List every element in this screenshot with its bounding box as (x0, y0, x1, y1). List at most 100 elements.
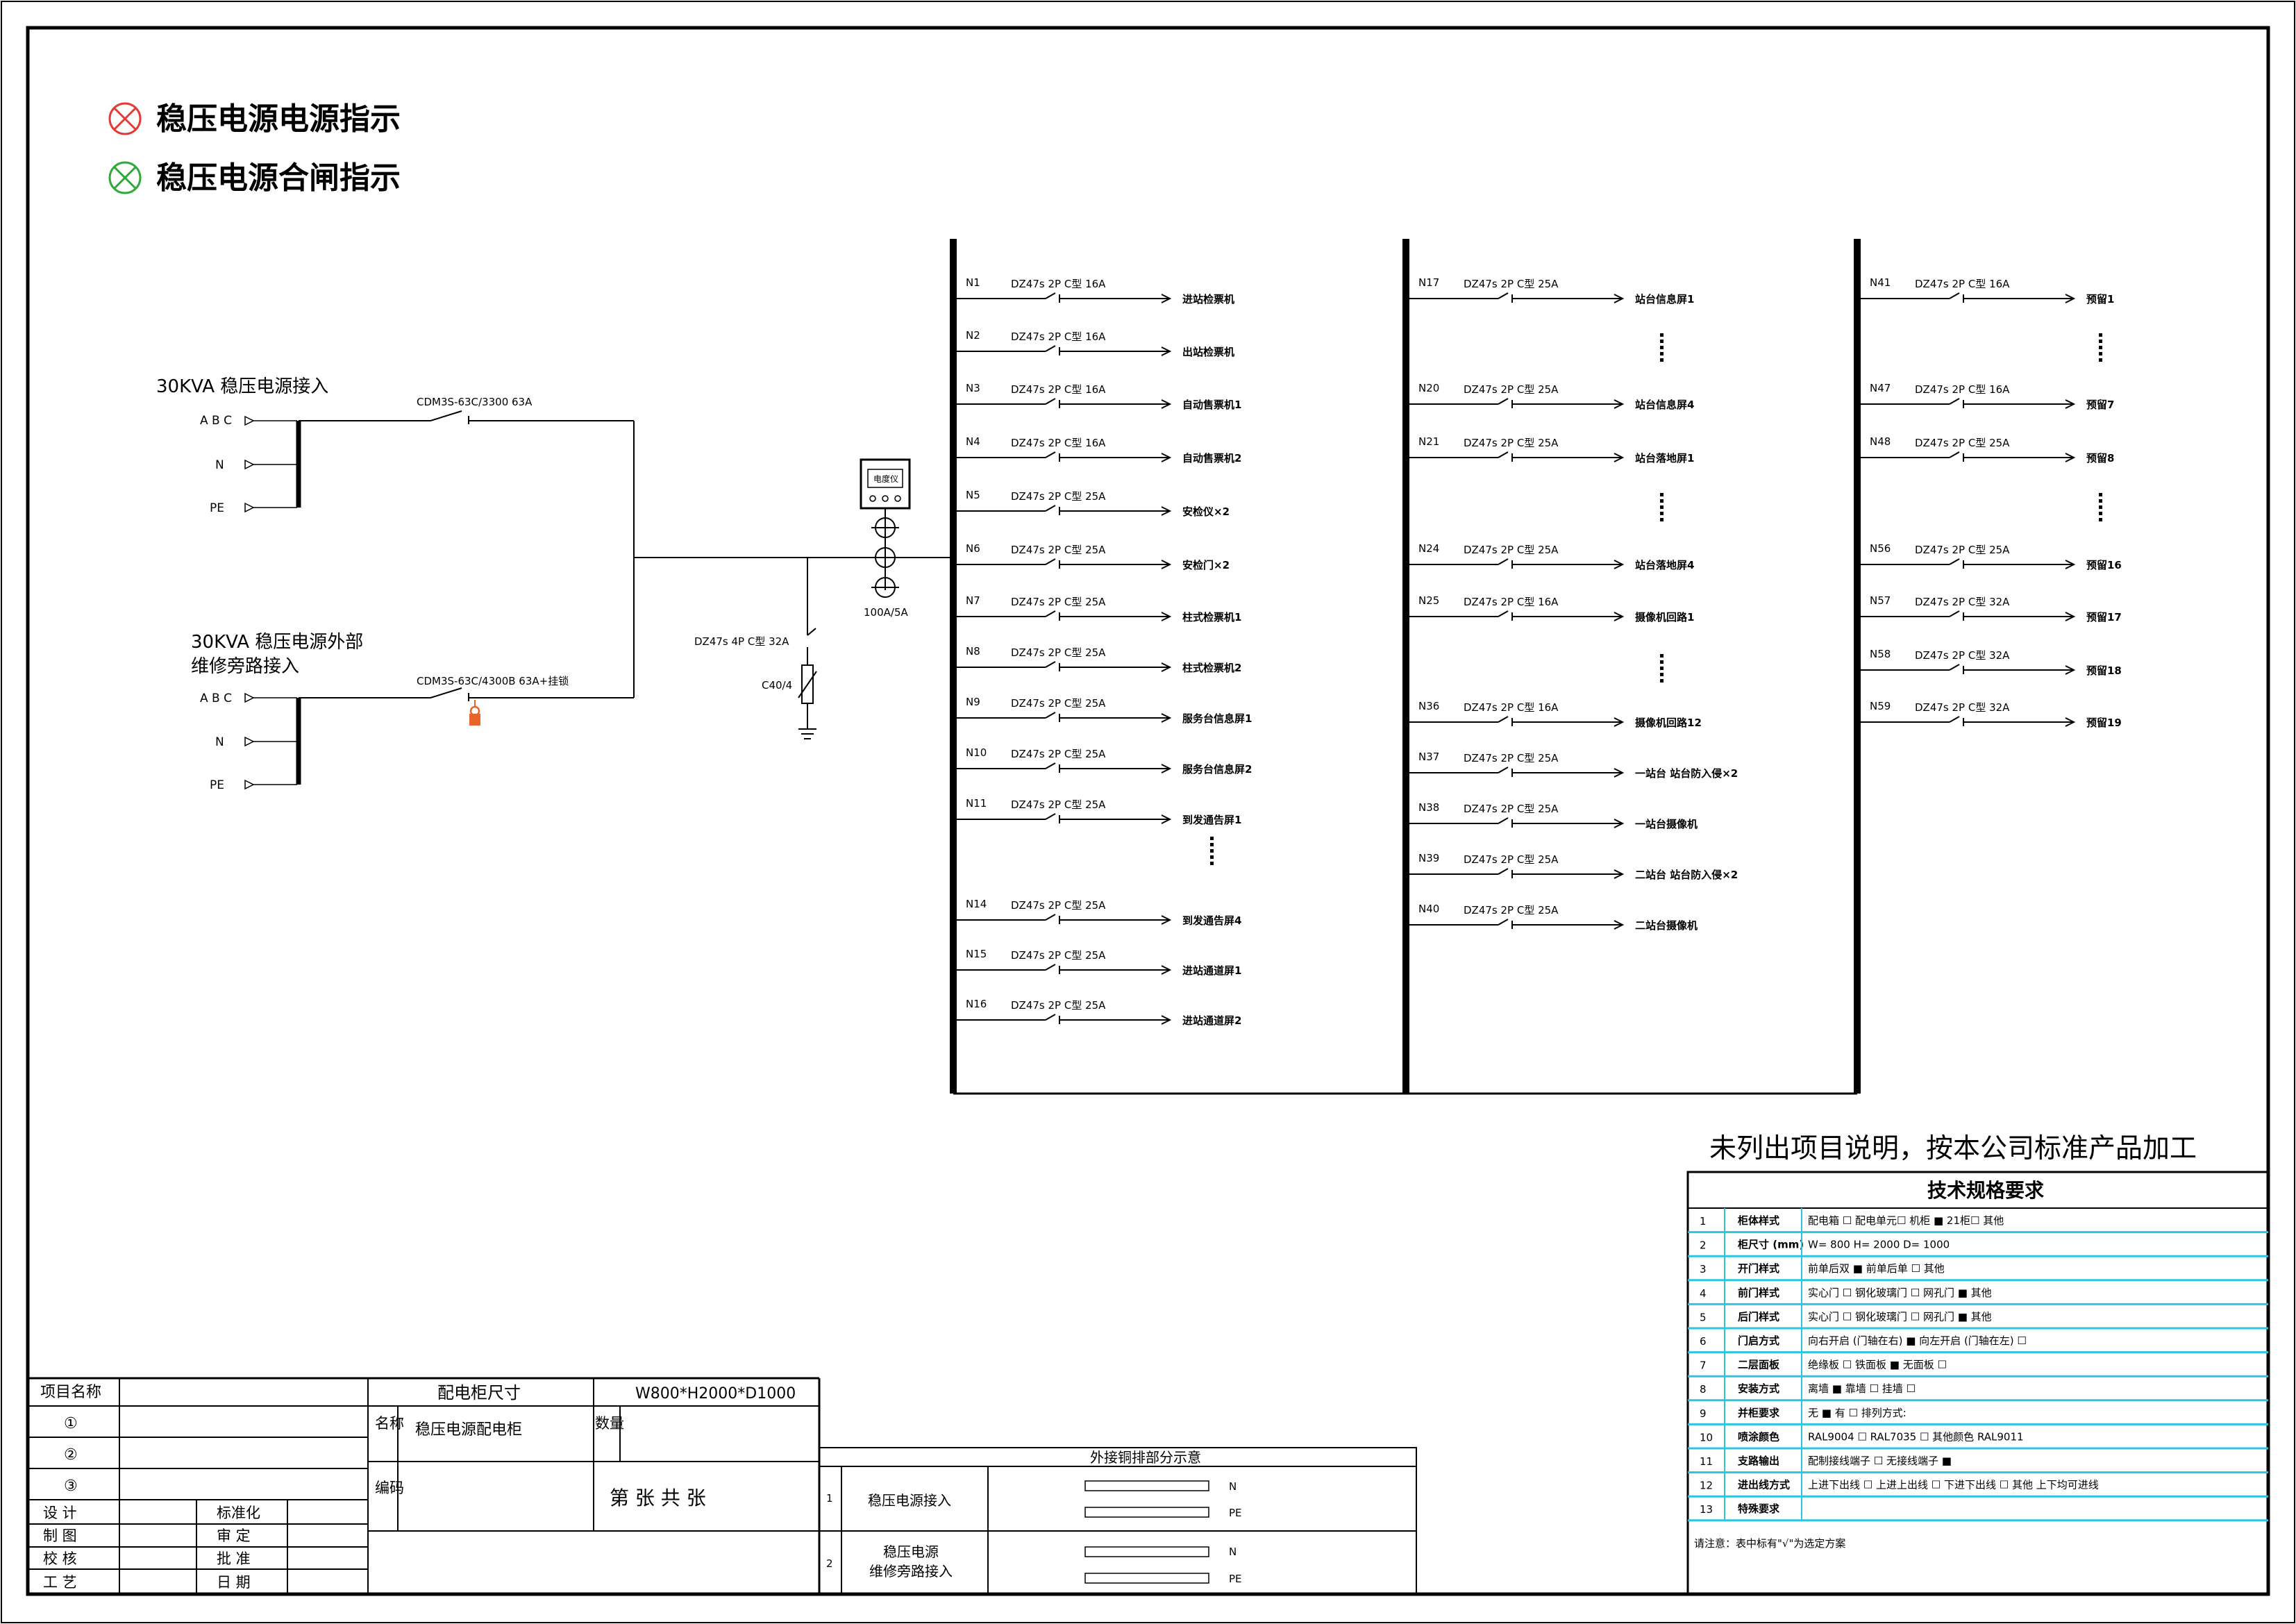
feeder-label: 预留17 (2086, 611, 2122, 623)
spec-row-name: 柜尺寸 (mm) (1737, 1239, 1804, 1251)
feeder-id: N21 (1418, 435, 1439, 448)
breaker-icon (1045, 914, 1056, 921)
main-source: 30KVA 稳压电源接入 A B C N PE CDM3S-63C/3300 6… (156, 376, 634, 515)
spec-row-no: 9 (1700, 1407, 1707, 1420)
spec-table-title: 技术规格要求 (1927, 1179, 2044, 1202)
bypass-source: 30KVA 稳压电源外部 维修旁路接入 A B C N PE CDM3S-63C… (191, 421, 953, 792)
feeder-id: N7 (966, 594, 980, 607)
breaker-icon (1045, 505, 1056, 512)
feeder-id: N9 (966, 696, 980, 708)
outer-border (1, 1, 2295, 1623)
breaker-icon (1498, 716, 1509, 723)
feeder-label: 二站台摄像机 (1635, 919, 1698, 932)
copper-row-2-name2: 维修旁路接入 (869, 1563, 953, 1580)
spec-row: 5 后门样式 实心门 ☐ 钢化玻璃门 ☐ 网孔门 ■ 其他 (1688, 1310, 2268, 1330)
padlock-icon (469, 700, 480, 726)
spec-row-content: 向右开启 (门轴在右) ■ 向左开启 (门轴在左) ☐ (1808, 1334, 2027, 1347)
design-label: 设 计 (43, 1505, 77, 1521)
feeder-id: N15 (966, 948, 987, 960)
spec-row: 6 门启方式 向右开启 (门轴在右) ■ 向左开启 (门轴在左) ☐ (1688, 1334, 2268, 1354)
spec-row: 13 特殊要求 (1688, 1502, 2268, 1522)
feeder-n38: N38 DZ47s 2P C型 25A 一站台摄像机 (1409, 801, 1698, 830)
feeder-id: N2 (966, 329, 980, 342)
feeder-id: N16 (966, 998, 987, 1010)
feeder-n39: N39 DZ47s 2P C型 25A 二站台 站台防入侵×2 (1409, 852, 1738, 881)
spec-row-content: W= 800 H= 2000 D= 1000 (1808, 1239, 1950, 1251)
feeder-spec: DZ47s 2P C型 25A (1464, 803, 1559, 815)
breaker-icon (1045, 451, 1056, 458)
feeder-n20: N20 DZ47s 2P C型 25A 站台信息屏4 (1409, 382, 1694, 411)
feeder-label: 摄像机回路1 (1635, 611, 1694, 623)
feeder-spec: DZ47s 2P C型 25A (1915, 544, 2010, 556)
feeder-spec: DZ47s 2P C型 32A (1915, 649, 2010, 662)
spec-row: 1 柜体样式 配电箱 ☐ 配电单元☐ 机柜 ■ 21柜☐ 其他 (1688, 1214, 2268, 1234)
feeder-label: 一站台摄像机 (1635, 818, 1698, 830)
breaker-icon (1498, 558, 1509, 565)
check-label: 校 核 (43, 1550, 77, 1567)
feeder-id: N3 (966, 382, 980, 394)
feeder-id: N56 (1870, 542, 1891, 555)
spec-row-name: 开门样式 (1738, 1262, 1779, 1275)
breaker-icon (1498, 767, 1509, 773)
ct-label: 100A/5A (864, 606, 908, 619)
spec-row-name: 柜体样式 (1737, 1214, 1779, 1227)
spec-row-no: 5 (1700, 1311, 1707, 1323)
feeder-id: N37 (1418, 751, 1439, 763)
spec-row-no: 3 (1700, 1263, 1707, 1275)
spec-row: 10 喷涂颜色 RAL9004 ☐ RAL7035 ☐ 其他颜色 RAL9011 (1688, 1430, 2268, 1450)
spec-row: 11 支路输出 配制接线端子 ☐ 无接线端子 ■ (1688, 1455, 2268, 1474)
feeder-id: N57 (1870, 594, 1891, 607)
feeder-n17: N17 DZ47s 2P C型 25A 站台信息屏1 (1409, 276, 1694, 305)
feeder-n16: N16 DZ47s 2P C型 25A 进站通道屏2 (957, 998, 1241, 1027)
feeder-id: N41 (1870, 276, 1891, 289)
breaker-icon (1045, 964, 1056, 971)
circle-2: ② (64, 1446, 78, 1464)
cabinet-size-label: 配电柜尺寸 (437, 1383, 521, 1403)
feeder-spec: DZ47s 2P C型 25A (1464, 752, 1559, 764)
spec-row-name: 支路输出 (1737, 1455, 1779, 1467)
feeder-n15: N15 DZ47s 2P C型 25A 进站通道屏1 (957, 948, 1241, 977)
spec-row: 7 二层面板 绝缘板 ☐ 铁面板 ■ 无面板 ☐ (1688, 1359, 2268, 1378)
review-label: 审 定 (217, 1527, 251, 1544)
feeder-label: 柱式检票机1 (1182, 611, 1241, 623)
feeder-n14: N14 DZ47s 2P C型 25A 到发通告屏4 (957, 898, 1241, 927)
feeder-n11: N11 DZ47s 2P C型 25A 到发通告屏1 (957, 797, 1241, 826)
spec-row-no: 8 (1700, 1383, 1707, 1396)
feeder-spec: DZ47s 2P C型 32A (1915, 701, 2010, 714)
spec-row-content: 前单后双 ■ 前单后单 ☐ 其他 (1808, 1262, 1945, 1275)
feeder-spec: DZ47s 2P C型 16A (1011, 278, 1106, 290)
feeder-n59: N59 DZ47s 2P C型 32A 预留19 (1861, 700, 2122, 729)
feeder-label: 出站检票机 (1182, 346, 1234, 358)
breaker-icon (1949, 451, 1960, 458)
main-source-label: 30KVA 稳压电源接入 (156, 376, 328, 397)
feeder-spec: DZ47s 2P C型 16A (1915, 278, 2010, 290)
feeder-spec: DZ47s 2P C型 25A (1011, 748, 1106, 760)
bypass-breaker-icon (430, 687, 462, 698)
feeder-id: N1 (966, 276, 980, 289)
feeder-id: N14 (966, 898, 987, 910)
lamp-green-icon (108, 161, 142, 194)
feeder-n37: N37 DZ47s 2P C型 25A 一站台 站台防入侵×2 (1409, 751, 1738, 780)
feeder-id: N10 (966, 746, 987, 759)
bypass-breaker-label: CDM3S-63C/4300B 63A+挂锁 (417, 675, 569, 687)
copper-row-2-n: N (1229, 1546, 1237, 1558)
feeder-n47: N47 DZ47s 2P C型 16A 预留7 (1861, 382, 2114, 411)
feeder-spec: DZ47s 2P C型 25A (1464, 383, 1559, 396)
feeder-label: 进站通道屏1 (1182, 964, 1241, 977)
spec-row-name: 并柜要求 (1738, 1407, 1780, 1419)
approve-label: 批 准 (217, 1550, 251, 1567)
feeder-spec: DZ47s 2P C型 25A (1011, 949, 1106, 962)
copper-row-2-no: 2 (826, 1557, 833, 1570)
feeder-id: N6 (966, 542, 980, 555)
feeder-spec: DZ47s 2P C型 32A (1915, 596, 2010, 608)
feeder-label: 进站检票机 (1182, 293, 1234, 305)
breaker-icon (1045, 762, 1056, 769)
name-label: 名称 (375, 1415, 404, 1432)
feeder-id: N59 (1870, 700, 1891, 712)
feeder-n10: N10 DZ47s 2P C型 25A 服务台信息屏2 (957, 746, 1252, 776)
feeder-id: N4 (966, 435, 980, 448)
feeder-spec: DZ47s 2P C型 25A (1915, 437, 2010, 449)
feeder-id: N20 (1418, 382, 1439, 394)
feeder-label: 进站通道屏2 (1182, 1014, 1241, 1027)
copper-row-2-pe: PE (1229, 1573, 1242, 1585)
